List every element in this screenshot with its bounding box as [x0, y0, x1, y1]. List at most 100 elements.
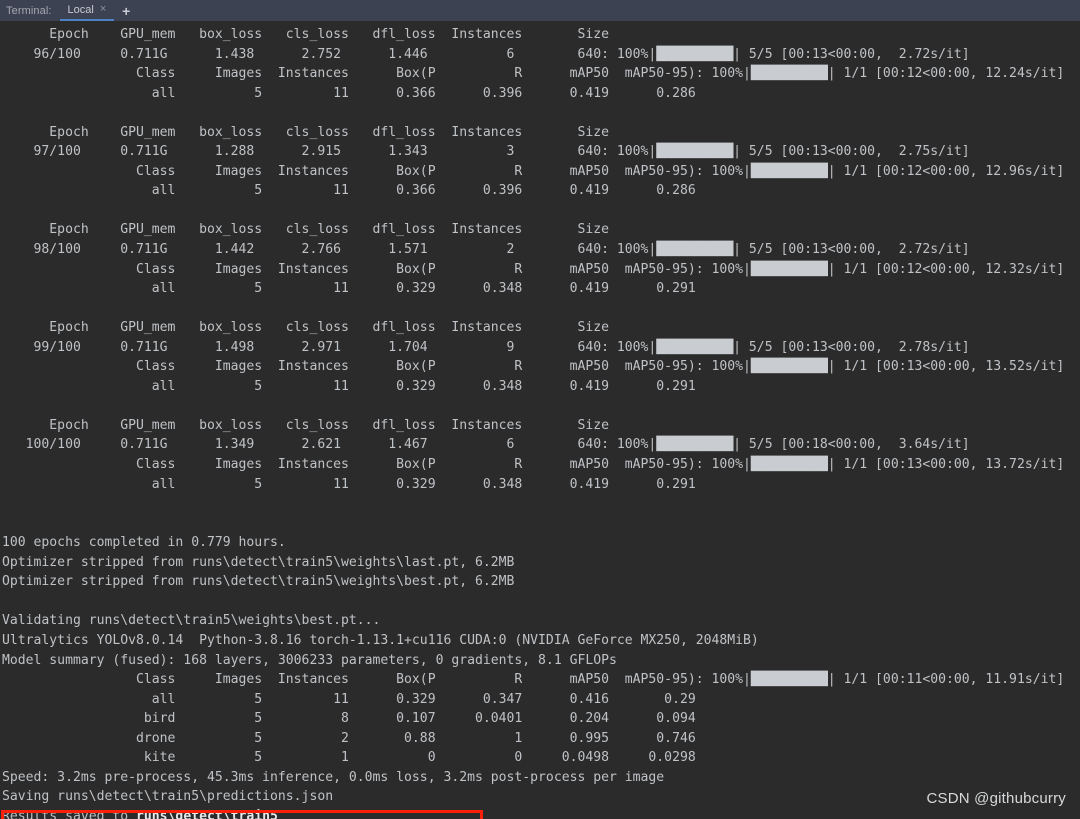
epoch-header-text: Epoch GPU_mem box_loss cls_loss dfl_loss… — [2, 124, 609, 140]
terminal-tool-header: Terminal: Local × + — [0, 0, 1080, 21]
version-text: Ultralytics YOLOv8.0.14 Python-3.8.16 to… — [2, 632, 759, 648]
final-val-progress-bar: ██████████ — [750, 672, 828, 688]
train-progress-row: 97/100 0.711G 1.288 2.915 1.343 3 640: 1… — [2, 142, 1080, 162]
terminal-tool-label: Terminal: — [6, 4, 52, 17]
val-header-row: Class Images Instances Box(P R mAP50 mAP… — [2, 64, 1080, 84]
validating-text: Validating runs\detect\train5\weights\be… — [2, 613, 381, 629]
train-progress-left: 100/100 0.711G 1.349 2.621 1.467 6 640: … — [2, 437, 657, 453]
epoch-results-row: all 5 11 0.329 0.348 0.419 0.291 — [2, 377, 1080, 397]
saving-predictions-line: Saving runs\detect\train5\predictions.js… — [2, 787, 1080, 807]
saving-predictions-text: Saving runs\detect\train5\predictions.js… — [2, 789, 334, 805]
epoch-header-row: Epoch GPU_mem box_loss cls_loss dfl_loss… — [2, 25, 1080, 45]
final-metrics-row: kite 5 1 0 0 0.0498 0.0298 — [2, 748, 1080, 768]
optimizer-last-text: Optimizer stripped from runs\detect\trai… — [2, 554, 515, 570]
train-progress-bar: ██████████ — [656, 242, 734, 258]
epoch-results-text: all 5 11 0.366 0.396 0.419 0.286 — [2, 183, 696, 199]
val-progress-bar: ██████████ — [750, 163, 828, 179]
final-val-header-left: Class Images Instances Box(P R mAP50 mAP… — [2, 672, 751, 688]
close-icon[interactable]: × — [100, 4, 106, 15]
final-metrics-text: drone 5 2 0.88 1 0.995 0.746 — [2, 730, 696, 746]
speed-line: Speed: 3.2ms pre-process, 45.3ms inferen… — [2, 768, 1080, 788]
epoch-header-row: Epoch GPU_mem box_loss cls_loss dfl_loss… — [2, 220, 1080, 240]
train-progress-bar: ██████████ — [656, 46, 734, 62]
val-header-left: Class Images Instances Box(P R mAP50 mAP… — [2, 163, 751, 179]
val-header-left: Class Images Instances Box(P R mAP50 mAP… — [2, 359, 751, 375]
terminal-tab-local[interactable]: Local × — [59, 0, 115, 21]
epoch-header-row: Epoch GPU_mem box_loss cls_loss dfl_loss… — [2, 416, 1080, 436]
terminal-output: Epoch GPU_mem box_loss cls_loss dfl_loss… — [0, 21, 1080, 819]
epochs-completed-text: 100 epochs completed in 0.779 hours. — [2, 535, 286, 551]
epoch-results-text: all 5 11 0.366 0.396 0.419 0.286 — [2, 85, 696, 101]
val-header-row: Class Images Instances Box(P R mAP50 mAP… — [2, 455, 1080, 475]
val-progress-right: | 1/1 [00:13<00:00, 13.52s/it] — [827, 359, 1065, 375]
speed-text: Speed: 3.2ms pre-process, 45.3ms inferen… — [2, 769, 665, 785]
train-progress-bar: ██████████ — [656, 437, 734, 453]
train-progress-row: 98/100 0.711G 1.442 2.766 1.571 2 640: 1… — [2, 240, 1080, 260]
epoch-results-row: all 5 11 0.366 0.396 0.419 0.286 — [2, 84, 1080, 104]
optimizer-best-text: Optimizer stripped from runs\detect\trai… — [2, 574, 515, 590]
terminal-body[interactable]: Epoch GPU_mem box_loss cls_loss dfl_loss… — [0, 21, 1080, 819]
val-progress-right: | 1/1 [00:12<00:00, 12.96s/it] — [827, 163, 1065, 179]
val-progress-right: | 1/1 [00:12<00:00, 12.32s/it] — [827, 261, 1065, 277]
train-progress-right: | 5/5 [00:13<00:00, 2.75s/it] — [733, 144, 970, 160]
val-header-left: Class Images Instances Box(P R mAP50 mAP… — [2, 66, 751, 82]
train-progress-left: 98/100 0.711G 1.442 2.766 1.571 2 640: 1… — [2, 242, 657, 258]
epoch-results-row: all 5 11 0.366 0.396 0.419 0.286 — [2, 181, 1080, 201]
add-tab-icon[interactable]: + — [114, 0, 138, 21]
final-metrics-text: bird 5 8 0.107 0.0401 0.204 0.094 — [2, 711, 696, 727]
train-progress-row: 96/100 0.711G 1.438 2.752 1.446 6 640: 1… — [2, 45, 1080, 65]
csdn-watermark: CSDN @githubcurry — [926, 790, 1066, 807]
train-progress-right: | 5/5 [00:18<00:00, 3.64s/it] — [733, 437, 970, 453]
train-progress-row: 99/100 0.711G 1.498 2.971 1.704 9 640: 1… — [2, 338, 1080, 358]
val-progress-bar: ██████████ — [750, 359, 828, 375]
val-header-left: Class Images Instances Box(P R mAP50 mAP… — [2, 261, 751, 277]
train-progress-right: | 5/5 [00:13<00:00, 2.72s/it] — [733, 46, 970, 62]
epoch-results-text: all 5 11 0.329 0.348 0.419 0.291 — [2, 476, 696, 492]
val-header-row: Class Images Instances Box(P R mAP50 mAP… — [2, 357, 1080, 377]
validating-line: Validating runs\detect\train5\weights\be… — [2, 611, 1080, 631]
epoch-header-row: Epoch GPU_mem box_loss cls_loss dfl_loss… — [2, 318, 1080, 338]
model-summary-line: Model summary (fused): 168 layers, 30062… — [2, 651, 1080, 671]
train-progress-right: | 5/5 [00:13<00:00, 2.72s/it] — [733, 242, 970, 258]
final-metrics-row: drone 5 2 0.88 1 0.995 0.746 — [2, 729, 1080, 749]
terminal-tab-label: Local — [67, 3, 94, 16]
epoch-results-text: all 5 11 0.329 0.348 0.419 0.291 — [2, 378, 696, 394]
train-progress-bar: ██████████ — [656, 339, 734, 355]
epoch-header-text: Epoch GPU_mem box_loss cls_loss dfl_loss… — [2, 222, 609, 238]
val-progress-right: | 1/1 [00:12<00:00, 12.24s/it] — [827, 66, 1065, 82]
results-saved-line: Results saved to runs\detect\train5 — [2, 807, 1080, 819]
val-progress-bar: ██████████ — [750, 457, 828, 473]
final-metrics-row: all 5 11 0.329 0.347 0.416 0.29 — [2, 690, 1080, 710]
epochs-completed-line: 100 epochs completed in 0.779 hours. — [2, 533, 1080, 553]
val-progress-right: | 1/1 [00:13<00:00, 13.72s/it] — [827, 457, 1065, 473]
train-progress-right: | 5/5 [00:13<00:00, 2.78s/it] — [733, 339, 970, 355]
epoch-header-row: Epoch GPU_mem box_loss cls_loss dfl_loss… — [2, 123, 1080, 143]
val-progress-bar: ██████████ — [750, 66, 828, 82]
final-metrics-text: kite 5 1 0 0 0.0498 0.0298 — [2, 750, 696, 766]
epoch-header-text: Epoch GPU_mem box_loss cls_loss dfl_loss… — [2, 27, 609, 42]
epoch-results-row: all 5 11 0.329 0.348 0.419 0.291 — [2, 475, 1080, 495]
train-progress-bar: ██████████ — [656, 144, 734, 160]
epoch-results-row: all 5 11 0.329 0.348 0.419 0.291 — [2, 279, 1080, 299]
val-progress-bar: ██████████ — [750, 261, 828, 277]
train-progress-row: 100/100 0.711G 1.349 2.621 1.467 6 640: … — [2, 435, 1080, 455]
epoch-header-text: Epoch GPU_mem box_loss cls_loss dfl_loss… — [2, 320, 609, 336]
results-saved-prefix: Results saved to — [2, 808, 137, 819]
results-saved-path: runs\detect\train5 — [136, 808, 278, 819]
train-progress-left: 96/100 0.711G 1.438 2.752 1.446 6 640: 1… — [2, 46, 657, 62]
optimizer-last-line: Optimizer stripped from runs\detect\trai… — [2, 553, 1080, 573]
final-val-header-row: Class Images Instances Box(P R mAP50 mAP… — [2, 670, 1080, 690]
epoch-header-text: Epoch GPU_mem box_loss cls_loss dfl_loss… — [2, 417, 609, 433]
optimizer-best-line: Optimizer stripped from runs\detect\trai… — [2, 572, 1080, 592]
val-header-left: Class Images Instances Box(P R mAP50 mAP… — [2, 457, 751, 473]
final-metrics-row: bird 5 8 0.107 0.0401 0.204 0.094 — [2, 709, 1080, 729]
train-progress-left: 99/100 0.711G 1.498 2.971 1.704 9 640: 1… — [2, 339, 657, 355]
val-header-row: Class Images Instances Box(P R mAP50 mAP… — [2, 260, 1080, 280]
